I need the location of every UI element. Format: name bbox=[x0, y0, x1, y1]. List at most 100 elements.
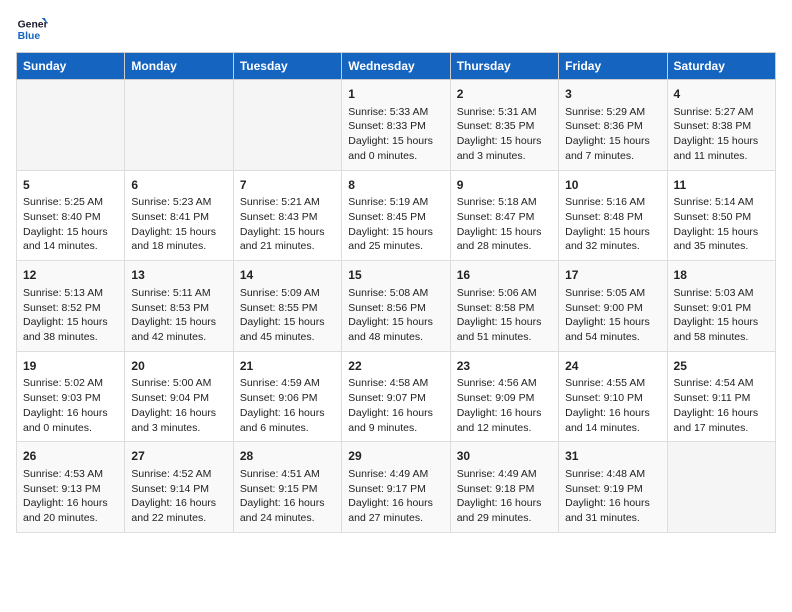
day-info-text: Daylight: 16 hours bbox=[23, 406, 118, 421]
calendar-cell: 6Sunrise: 5:23 AMSunset: 8:41 PMDaylight… bbox=[125, 170, 233, 261]
week-row-5: 26Sunrise: 4:53 AMSunset: 9:13 PMDayligh… bbox=[17, 442, 776, 533]
day-info-text: and 29 minutes. bbox=[457, 511, 552, 526]
logo-icon: General Blue bbox=[16, 16, 48, 44]
day-info-text: Sunset: 9:07 PM bbox=[348, 391, 443, 406]
day-info-text: Daylight: 15 hours bbox=[674, 134, 769, 149]
day-number: 7 bbox=[240, 177, 335, 194]
day-number: 31 bbox=[565, 448, 660, 465]
day-info-text: Sunset: 9:14 PM bbox=[131, 482, 226, 497]
day-number: 9 bbox=[457, 177, 552, 194]
day-info-text: Sunrise: 5:21 AM bbox=[240, 195, 335, 210]
day-info-text: and 28 minutes. bbox=[457, 239, 552, 254]
day-info-text: Daylight: 15 hours bbox=[674, 315, 769, 330]
day-number: 6 bbox=[131, 177, 226, 194]
day-info-text: Sunrise: 5:33 AM bbox=[348, 105, 443, 120]
day-info-text: Daylight: 15 hours bbox=[23, 225, 118, 240]
day-number: 14 bbox=[240, 267, 335, 284]
calendar-table: SundayMondayTuesdayWednesdayThursdayFrid… bbox=[16, 52, 776, 533]
calendar-cell: 7Sunrise: 5:21 AMSunset: 8:43 PMDaylight… bbox=[233, 170, 341, 261]
day-info-text: Sunset: 9:00 PM bbox=[565, 301, 660, 316]
day-info-text: and 27 minutes. bbox=[348, 511, 443, 526]
day-info-text: and 45 minutes. bbox=[240, 330, 335, 345]
day-info-text: and 14 minutes. bbox=[23, 239, 118, 254]
day-info-text: Sunset: 9:03 PM bbox=[23, 391, 118, 406]
calendar-cell bbox=[233, 80, 341, 171]
day-number: 30 bbox=[457, 448, 552, 465]
day-info-text: Sunset: 8:33 PM bbox=[348, 119, 443, 134]
day-info-text: and 0 minutes. bbox=[23, 421, 118, 436]
day-info-text: Sunrise: 5:08 AM bbox=[348, 286, 443, 301]
day-info-text: Sunrise: 4:51 AM bbox=[240, 467, 335, 482]
calendar-cell: 18Sunrise: 5:03 AMSunset: 9:01 PMDayligh… bbox=[667, 261, 775, 352]
day-info-text: Sunset: 9:11 PM bbox=[674, 391, 769, 406]
day-info-text: Sunset: 8:47 PM bbox=[457, 210, 552, 225]
week-row-1: 1Sunrise: 5:33 AMSunset: 8:33 PMDaylight… bbox=[17, 80, 776, 171]
day-info-text: Sunset: 9:10 PM bbox=[565, 391, 660, 406]
day-info-text: Sunset: 8:50 PM bbox=[674, 210, 769, 225]
day-info-text: Sunset: 8:41 PM bbox=[131, 210, 226, 225]
day-number: 16 bbox=[457, 267, 552, 284]
calendar-cell: 13Sunrise: 5:11 AMSunset: 8:53 PMDayligh… bbox=[125, 261, 233, 352]
day-info-text: Sunrise: 4:59 AM bbox=[240, 376, 335, 391]
day-info-text: Daylight: 16 hours bbox=[348, 406, 443, 421]
day-info-text: Sunset: 9:18 PM bbox=[457, 482, 552, 497]
day-info-text: and 24 minutes. bbox=[240, 511, 335, 526]
day-info-text: Daylight: 16 hours bbox=[457, 496, 552, 511]
day-info-text: Sunset: 8:52 PM bbox=[23, 301, 118, 316]
day-info-text: Sunrise: 5:14 AM bbox=[674, 195, 769, 210]
day-number: 25 bbox=[674, 358, 769, 375]
day-header-wednesday: Wednesday bbox=[342, 53, 450, 80]
day-header-sunday: Sunday bbox=[17, 53, 125, 80]
day-info-text: Sunset: 9:04 PM bbox=[131, 391, 226, 406]
calendar-cell: 20Sunrise: 5:00 AMSunset: 9:04 PMDayligh… bbox=[125, 351, 233, 442]
day-info-text: Daylight: 15 hours bbox=[348, 134, 443, 149]
calendar-cell: 24Sunrise: 4:55 AMSunset: 9:10 PMDayligh… bbox=[559, 351, 667, 442]
day-info-text: Sunset: 8:38 PM bbox=[674, 119, 769, 134]
day-number: 21 bbox=[240, 358, 335, 375]
day-number: 11 bbox=[674, 177, 769, 194]
calendar-cell: 29Sunrise: 4:49 AMSunset: 9:17 PMDayligh… bbox=[342, 442, 450, 533]
day-info-text: Sunset: 9:09 PM bbox=[457, 391, 552, 406]
day-info-text: Sunrise: 5:23 AM bbox=[131, 195, 226, 210]
day-info-text: Daylight: 15 hours bbox=[348, 315, 443, 330]
day-info-text: Sunset: 8:48 PM bbox=[565, 210, 660, 225]
day-info-text: and 58 minutes. bbox=[674, 330, 769, 345]
day-info-text: and 54 minutes. bbox=[565, 330, 660, 345]
calendar-cell: 2Sunrise: 5:31 AMSunset: 8:35 PMDaylight… bbox=[450, 80, 558, 171]
day-info-text: and 35 minutes. bbox=[674, 239, 769, 254]
day-info-text: Daylight: 16 hours bbox=[348, 496, 443, 511]
day-number: 27 bbox=[131, 448, 226, 465]
day-info-text: Daylight: 15 hours bbox=[23, 315, 118, 330]
day-number: 15 bbox=[348, 267, 443, 284]
day-info-text: Daylight: 16 hours bbox=[131, 406, 226, 421]
day-info-text: Daylight: 15 hours bbox=[240, 225, 335, 240]
day-info-text: Sunset: 8:58 PM bbox=[457, 301, 552, 316]
day-info-text: Sunset: 8:43 PM bbox=[240, 210, 335, 225]
day-number: 2 bbox=[457, 86, 552, 103]
day-info-text: Sunrise: 4:52 AM bbox=[131, 467, 226, 482]
day-info-text: Daylight: 15 hours bbox=[457, 315, 552, 330]
day-info-text: Sunrise: 4:58 AM bbox=[348, 376, 443, 391]
day-info-text: and 11 minutes. bbox=[674, 149, 769, 164]
day-info-text: Sunrise: 4:49 AM bbox=[348, 467, 443, 482]
day-number: 4 bbox=[674, 86, 769, 103]
calendar-cell: 22Sunrise: 4:58 AMSunset: 9:07 PMDayligh… bbox=[342, 351, 450, 442]
day-info-text: and 18 minutes. bbox=[131, 239, 226, 254]
day-info-text: and 17 minutes. bbox=[674, 421, 769, 436]
calendar-cell: 17Sunrise: 5:05 AMSunset: 9:00 PMDayligh… bbox=[559, 261, 667, 352]
day-number: 20 bbox=[131, 358, 226, 375]
calendar-cell: 25Sunrise: 4:54 AMSunset: 9:11 PMDayligh… bbox=[667, 351, 775, 442]
day-info-text: Sunset: 9:06 PM bbox=[240, 391, 335, 406]
day-header-monday: Monday bbox=[125, 53, 233, 80]
calendar-cell: 5Sunrise: 5:25 AMSunset: 8:40 PMDaylight… bbox=[17, 170, 125, 261]
day-info-text: Daylight: 15 hours bbox=[565, 134, 660, 149]
day-info-text: and 25 minutes. bbox=[348, 239, 443, 254]
day-header-friday: Friday bbox=[559, 53, 667, 80]
calendar-cell bbox=[17, 80, 125, 171]
day-number: 28 bbox=[240, 448, 335, 465]
day-number: 24 bbox=[565, 358, 660, 375]
day-info-text: and 3 minutes. bbox=[131, 421, 226, 436]
day-info-text: Daylight: 16 hours bbox=[457, 406, 552, 421]
day-info-text: Sunrise: 5:11 AM bbox=[131, 286, 226, 301]
calendar-cell: 3Sunrise: 5:29 AMSunset: 8:36 PMDaylight… bbox=[559, 80, 667, 171]
